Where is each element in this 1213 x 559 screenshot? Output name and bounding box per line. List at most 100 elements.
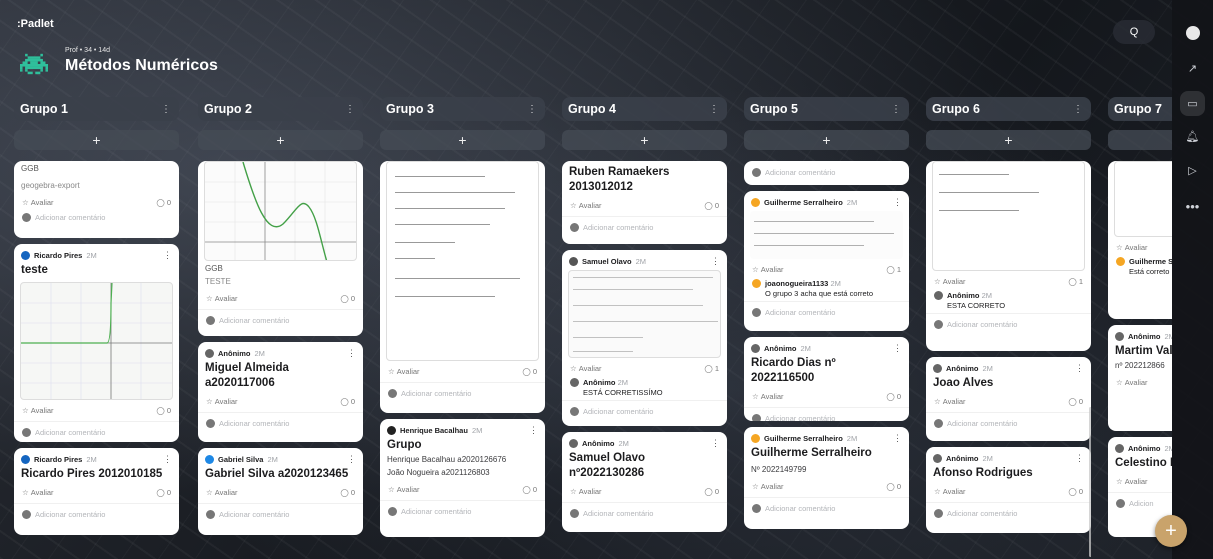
- play-icon[interactable]: ▷: [1180, 158, 1205, 183]
- post-menu-icon[interactable]: ⋮: [1075, 363, 1084, 374]
- add-comment[interactable]: Adicionar comentário: [14, 207, 179, 229]
- rate-button[interactable]: ☆ Avaliar: [206, 397, 238, 406]
- rate-button[interactable]: ☆ Avaliar: [752, 265, 784, 274]
- comment-count[interactable]: ◯ 0: [704, 487, 719, 496]
- comment-count[interactable]: ◯ 0: [522, 367, 537, 376]
- column-menu-icon[interactable]: ⋮: [345, 104, 355, 115]
- column-scrollbar[interactable]: [1089, 407, 1091, 557]
- add-comment[interactable]: Adicionar comentário: [380, 382, 545, 405]
- post-card[interactable]: Guilherme Serralheiro 2M ⋮ Guilherme Serra…: [744, 427, 909, 529]
- post-card[interactable]: ☆ Avaliar ◯ 0 Adicionar comentário: [380, 161, 545, 413]
- add-post-button[interactable]: +: [14, 130, 179, 150]
- share-icon[interactable]: ↗: [1180, 56, 1205, 81]
- post-card[interactable]: ☆ Avaliar ◯ 1 Anônimo 2M ESTA CORRETO Adicio…: [926, 161, 1091, 351]
- rate-button[interactable]: ☆ Avaliar: [1116, 477, 1148, 486]
- add-comment[interactable]: Adicionar comentário: [744, 300, 909, 324]
- post-menu-icon[interactable]: ⋮: [893, 433, 902, 444]
- post-menu-icon[interactable]: ⋮: [893, 197, 902, 208]
- rate-button[interactable]: ☆ Avaliar: [206, 488, 238, 497]
- user-avatar[interactable]: [1180, 20, 1205, 45]
- comment-count[interactable]: ◯ 0: [704, 201, 719, 210]
- post-card[interactable]: Anônimo2M Martim Vale nº 202212866 ☆Aval…: [1108, 325, 1172, 431]
- rate-button[interactable]: ☆ Avaliar: [752, 482, 784, 491]
- add-comment[interactable]: Adicionar comentário: [744, 161, 909, 184]
- post-card[interactable]: Henrique Bacalhau 2M ⋮ Grupo Henrique Baca…: [380, 419, 545, 537]
- add-comment[interactable]: Adicionar comentário: [198, 308, 363, 332]
- rate-button[interactable]: ☆ Avaliar: [22, 198, 54, 207]
- add-post-button[interactable]: +: [198, 130, 363, 150]
- comment-count[interactable]: ◯ 1: [1068, 277, 1083, 286]
- comment-count[interactable]: ◯ 0: [340, 294, 355, 303]
- add-post-button[interactable]: +: [744, 130, 909, 150]
- rate-button[interactable]: ☆ Avaliar: [934, 397, 966, 406]
- add-post-fab[interactable]: +: [1155, 515, 1187, 547]
- padlet-logo[interactable]: :Padlet: [17, 18, 54, 30]
- comment-count[interactable]: ◯ 0: [1068, 397, 1083, 406]
- post-card[interactable]: GGB geogebra-export ☆ Avaliar ◯ 0 Adicionar…: [14, 161, 179, 238]
- add-comment[interactable]: Adicionar comentário: [744, 406, 909, 421]
- post-card[interactable]: Ricardo Pires 2M ⋮ teste ☆ Avaliar ◯ 0 Adicio…: [14, 244, 179, 442]
- add-post-button[interactable]: +: [562, 130, 727, 150]
- post-menu-icon[interactable]: ⋮: [163, 250, 172, 261]
- comment-count[interactable]: ◯ 0: [886, 482, 901, 491]
- comment-count[interactable]: ◯ 0: [156, 406, 171, 415]
- add-comment[interactable]: Adicionar comentário: [14, 420, 179, 442]
- comment-count[interactable]: ◯ 0: [1068, 487, 1083, 496]
- post-card[interactable]: GGB TESTE ☆ Avaliar ◯ 0 Adicionar comentári…: [198, 161, 363, 336]
- rate-button[interactable]: ☆ Avaliar: [752, 392, 784, 401]
- rate-button[interactable]: ☆ Avaliar: [934, 487, 966, 496]
- rate-button[interactable]: ☆ Avaliar: [934, 277, 966, 286]
- layout-icon[interactable]: ▭: [1180, 91, 1205, 116]
- post-card[interactable]: Anônimo 2M ⋮ Samuel Olavo nº2022130286 ☆ Av…: [562, 432, 727, 532]
- add-comment[interactable]: Adicionar comentário: [14, 502, 179, 526]
- add-comment[interactable]: Adicionar comentário: [198, 502, 363, 526]
- more-icon[interactable]: •••: [1180, 194, 1205, 219]
- post-menu-icon[interactable]: ⋮: [163, 454, 172, 465]
- rate-button[interactable]: ☆ Avaliar: [22, 488, 54, 497]
- post-menu-icon[interactable]: ⋮: [893, 343, 902, 354]
- post-menu-icon[interactable]: ⋮: [711, 438, 720, 449]
- add-post-button[interactable]: +: [926, 130, 1091, 150]
- search-button[interactable]: Q: [1113, 20, 1155, 44]
- column-menu-icon[interactable]: ⋮: [709, 104, 719, 115]
- post-card[interactable]: Guilherme Serralheiro 2M ⋮ ☆ Avaliar ◯ 1 joao…: [744, 191, 909, 331]
- post-menu-icon[interactable]: ⋮: [711, 256, 720, 267]
- rate-button[interactable]: ☆ Avaliar: [570, 201, 602, 210]
- comment-count[interactable]: ◯ 0: [886, 392, 901, 401]
- post-menu-icon[interactable]: ⋮: [529, 425, 538, 436]
- column-menu-icon[interactable]: ⋮: [891, 104, 901, 115]
- column-menu-icon[interactable]: ⋮: [527, 104, 537, 115]
- comment-count[interactable]: ◯ 1: [886, 265, 901, 274]
- rate-button[interactable]: ☆ Avaliar: [388, 367, 420, 376]
- add-post-button[interactable]: +: [380, 130, 545, 150]
- add-comment[interactable]: Adicionar comentário: [926, 411, 1091, 435]
- rate-button[interactable]: ☆ Avaliar: [1116, 243, 1148, 252]
- post-card[interactable]: Anônimo 2M ⋮ Miguel Almeida a2020117006 ☆ A…: [198, 342, 363, 442]
- rate-button[interactable]: ☆ Avaliar: [570, 364, 602, 373]
- add-comment[interactable]: Adicionar comentário: [380, 499, 545, 523]
- comment-count[interactable]: ◯ 0: [156, 488, 171, 497]
- rate-button[interactable]: ☆ Avaliar: [206, 294, 238, 303]
- post-card[interactable]: Samuel Olavo 2M ⋮ ☆ Avaliar ◯ 1 Anônimo 2M EST…: [562, 250, 727, 426]
- post-card[interactable]: Ricardo Pires 2M ⋮ Ricardo Pires 201201018…: [14, 448, 179, 535]
- add-comment[interactable]: Adicionar comentário: [562, 501, 727, 525]
- add-comment[interactable]: Adicion: [1108, 491, 1172, 515]
- add-post-button[interactable]: [1108, 130, 1172, 150]
- add-comment[interactable]: Adicionar comentário: [926, 501, 1091, 525]
- comment-count[interactable]: ◯ 0: [522, 485, 537, 494]
- comment-count[interactable]: ◯ 1: [704, 364, 719, 373]
- rate-button[interactable]: ☆ Avaliar: [22, 406, 54, 415]
- post-menu-icon[interactable]: ⋮: [347, 348, 356, 359]
- post-card[interactable]: Anônimo 2M ⋮ Joao Alves ☆ Avaliar ◯ 0 Adicion…: [926, 357, 1091, 441]
- comment-count[interactable]: ◯ 0: [340, 397, 355, 406]
- column-menu-icon[interactable]: ⋮: [161, 104, 171, 115]
- post-card[interactable]: Adicionar comentário: [744, 161, 909, 185]
- post-card[interactable]: Ruben Ramaekers 2013012012 ☆ Avaliar ◯ 0 Ad…: [562, 161, 727, 244]
- post-card[interactable]: Gabriel Silva 2M ⋮ Gabriel Silva a20201234…: [198, 448, 363, 535]
- column-menu-icon[interactable]: ⋮: [1073, 104, 1083, 115]
- bell-icon[interactable]: 🔔︎: [1180, 124, 1205, 149]
- rate-button[interactable]: ☆ Avaliar: [1116, 378, 1148, 387]
- comment-count[interactable]: ◯ 0: [340, 488, 355, 497]
- add-comment[interactable]: Adicionar comentário: [744, 496, 909, 520]
- post-card[interactable]: Anônimo 2M ⋮ Ricardo Dias nº 2022116500 ☆ A…: [744, 337, 909, 421]
